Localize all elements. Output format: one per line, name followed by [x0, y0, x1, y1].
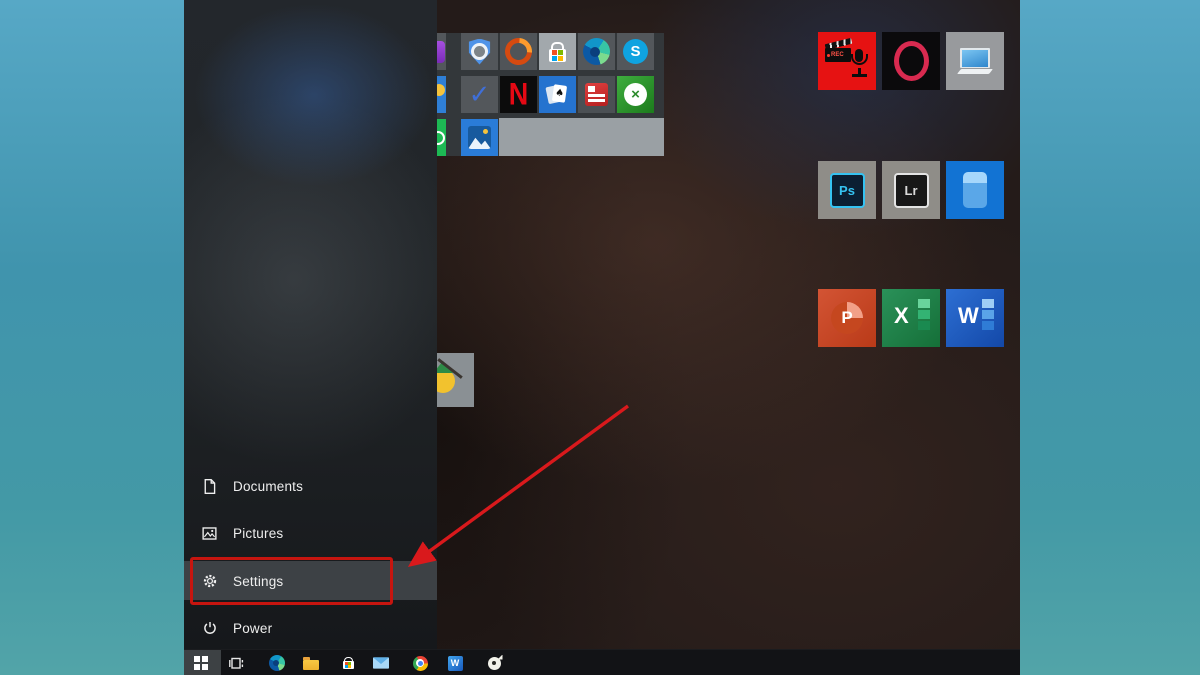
start-menu-item-label: Documents: [233, 479, 303, 494]
tile-photos[interactable]: [461, 119, 498, 156]
photos-icon: [468, 126, 491, 149]
start-menu-item-label: Power: [233, 621, 272, 636]
tile-netflix[interactable]: N: [500, 76, 537, 113]
swirl-app-icon: [488, 657, 501, 670]
tile-weather-partial[interactable]: [437, 76, 446, 113]
mail-icon: [373, 657, 389, 669]
tile-app-partial-purple[interactable]: [437, 33, 446, 70]
tile-this-pc[interactable]: [946, 32, 1004, 90]
taskbar-edge-button[interactable]: [269, 655, 285, 671]
word-icon: W: [448, 656, 463, 671]
gear-icon: [201, 573, 218, 590]
taskbar-file-explorer-button[interactable]: [303, 655, 319, 671]
tile-office[interactable]: [500, 33, 537, 70]
tile-app-partial-green[interactable]: [437, 119, 446, 156]
tile-microsoft-to-do[interactable]: ✓: [461, 76, 498, 113]
taskbar-chrome-button[interactable]: [412, 655, 428, 671]
store-bag-icon: [343, 657, 354, 669]
tile-xbox[interactable]: ×: [617, 76, 654, 113]
tile-powerpoint[interactable]: P: [818, 289, 876, 347]
start-menu-item-settings[interactable]: Settings: [184, 566, 437, 596]
power-icon: [201, 620, 218, 637]
opera-gx-icon: [894, 41, 929, 81]
start-menu-item-pictures[interactable]: Pictures: [184, 518, 437, 548]
tile-game-partial[interactable]: [437, 353, 474, 407]
purple-app-icon: [437, 41, 445, 63]
taskbar-mail-button[interactable]: [373, 655, 389, 671]
start-menu-item-documents[interactable]: Documents: [184, 471, 437, 501]
tile-screen-recorder[interactable]: REC: [818, 32, 876, 90]
windows-logo-icon: [193, 655, 209, 671]
start-menu-item-label: Pictures: [233, 526, 283, 541]
edge-icon: [583, 38, 610, 65]
netflix-n-icon: N: [509, 79, 529, 110]
start-button[interactable]: [184, 650, 221, 675]
phone-icon: [963, 172, 987, 208]
weather-sun-icon: [437, 84, 445, 96]
tile-your-phone[interactable]: [946, 161, 1004, 219]
task-view-button[interactable]: [228, 655, 244, 671]
powerpoint-icon: P: [831, 302, 863, 334]
tile-lightroom[interactable]: Lr: [882, 161, 940, 219]
tile-panel-empty-area: [499, 118, 664, 156]
start-menu-item-power[interactable]: Power: [184, 613, 437, 643]
screen: S ✓ N ♠ ×: [0, 0, 1200, 675]
excel-x-icon: X: [894, 303, 909, 329]
word-bars-icon: [982, 299, 994, 330]
tile-photoshop[interactable]: Ps: [818, 161, 876, 219]
todo-check-icon: ✓: [469, 80, 491, 110]
word-w-icon: W: [958, 303, 979, 329]
tile-word[interactable]: W: [946, 289, 1004, 347]
document-icon: [201, 478, 218, 495]
start-tiles-panel: S ✓ N ♠ ×: [437, 33, 664, 156]
tile-solitaire[interactable]: ♠: [539, 76, 576, 113]
tile-news[interactable]: [578, 76, 615, 113]
office-icon: [500, 33, 537, 70]
skype-icon: S: [623, 39, 648, 64]
start-menu: Documents Pictures Settings Power: [184, 0, 437, 649]
rec-label: REC: [827, 52, 844, 58]
tile-opera-gx[interactable]: [882, 32, 940, 90]
photoshop-icon: Ps: [830, 173, 865, 208]
green-app-icon: [437, 131, 445, 145]
shield-icon: [468, 39, 491, 65]
store-bag-icon: [549, 42, 566, 62]
news-icon: [585, 83, 608, 106]
folder-icon: [303, 657, 319, 670]
spade-card-icon: ♠: [552, 84, 567, 103]
tile-excel[interactable]: X: [882, 289, 940, 347]
tile-microsoft-store[interactable]: [539, 33, 576, 70]
pictures-icon: [201, 525, 218, 542]
start-menu-item-label: Settings: [233, 574, 283, 589]
skype-glyph: S: [630, 43, 640, 60]
taskbar-store-button[interactable]: [340, 655, 356, 671]
laptop-icon: [959, 48, 991, 74]
xbox-icon: ×: [624, 83, 647, 106]
chrome-icon: [413, 656, 428, 671]
task-view-icon: [228, 655, 244, 671]
microphone-icon: [850, 49, 868, 81]
tile-skype[interactable]: S: [617, 33, 654, 70]
taskbar-word-button[interactable]: W: [447, 655, 463, 671]
edge-icon: [269, 655, 285, 671]
tile-hotspot-shield[interactable]: [461, 33, 498, 70]
excel-grid-icon: [918, 299, 930, 330]
taskbar: W: [184, 649, 1020, 675]
tile-microsoft-edge[interactable]: [578, 33, 615, 70]
lightroom-icon: Lr: [894, 173, 929, 208]
clapperboard-icon: REC: [825, 41, 852, 62]
taskbar-app-swirl-button[interactable]: [486, 655, 502, 671]
